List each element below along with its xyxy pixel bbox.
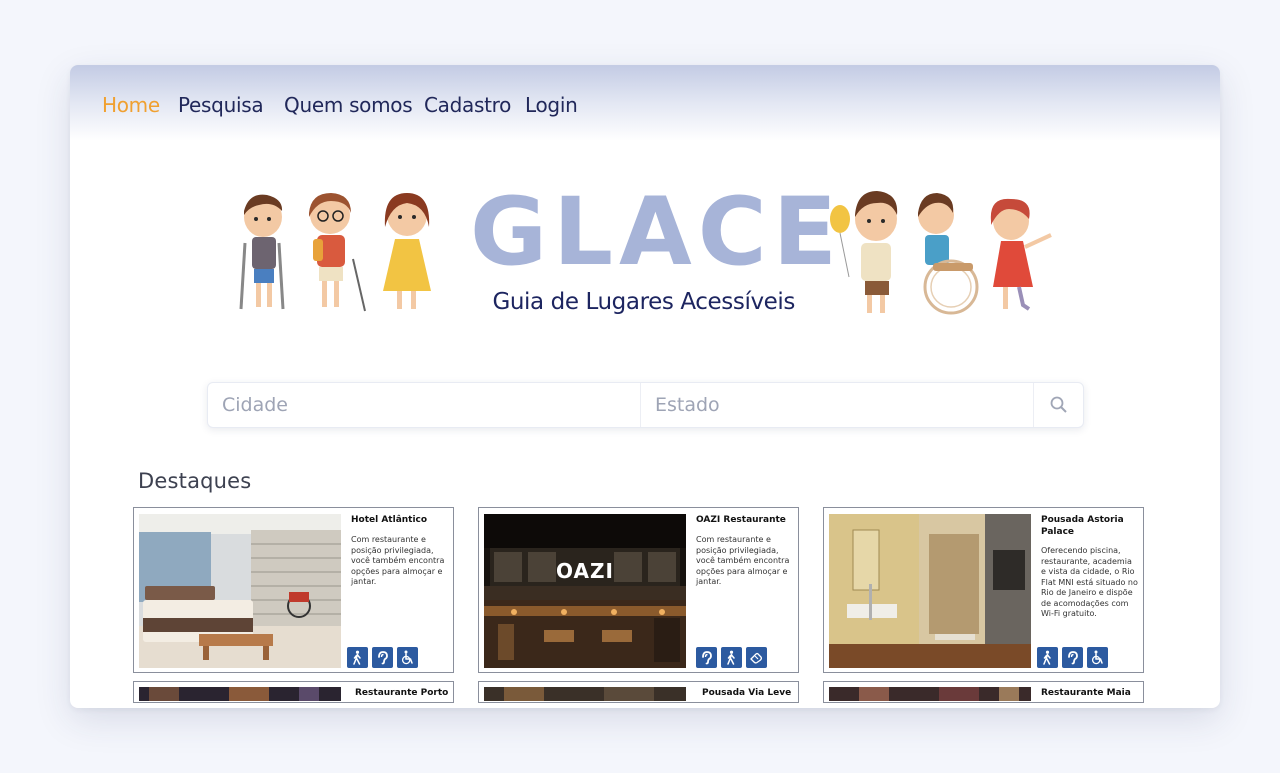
nav-pesquisa[interactable]: Pesquisa <box>178 93 264 117</box>
featured-card-restaurante-porto[interactable]: Restaurante Porto <box>133 681 454 703</box>
logo-text: GLACE <box>470 178 843 287</box>
card-title: Hotel Atlântico <box>351 515 428 525</box>
accessibility-icons <box>696 647 767 668</box>
card-photo <box>139 687 341 701</box>
wheelchair-icon <box>1087 647 1108 668</box>
featured-card-hotel-atlantico[interactable]: Hotel Atlântico Com restaurante e posiçã… <box>133 507 454 673</box>
card-photo <box>829 687 1031 701</box>
featured-card-oazi-restaurante[interactable]: OAZI OAZI Restaurante Com restaurante e … <box>478 507 799 673</box>
nav-home[interactable]: Home <box>102 93 160 117</box>
nav-login[interactable]: Login <box>525 93 578 117</box>
wheelchair-icon <box>397 647 418 668</box>
sign-language-icon <box>746 647 767 668</box>
hotel-room-photo <box>139 514 341 668</box>
state-input[interactable] <box>641 383 1034 427</box>
logo-tagline: Guia de Lugares Acessíveis <box>492 289 795 315</box>
accessible-bathroom-photo <box>829 514 1031 668</box>
card-photo <box>484 687 686 701</box>
card-title: Pousada Via Leve <box>702 688 792 698</box>
search-bar <box>207 382 1084 428</box>
accessibility-icons <box>347 647 418 668</box>
card-description: Oferecendo piscina, restaurante, academi… <box>1041 546 1138 618</box>
walking-person-icon <box>1037 647 1058 668</box>
featured-card-pousada-via-leve[interactable]: Pousada Via Leve <box>478 681 799 703</box>
children-illustration-left <box>239 193 431 312</box>
featured-heading: Destaques <box>138 469 252 493</box>
hero-banner: GLACE Guia de Lugares Acessíveis <box>235 181 1065 323</box>
card-title: OAZI Restaurante <box>696 515 786 525</box>
city-input[interactable] <box>208 383 641 427</box>
card-title: Pousada Astoria Palace <box>1041 515 1124 537</box>
nav-quem-somos[interactable]: Quem somos <box>284 93 413 117</box>
top-navigation: Home Pesquisa Quem somos Cadastro Login <box>70 65 1220 141</box>
card-title: Restaurante Porto <box>355 688 449 698</box>
featured-card-restaurante-maia[interactable]: Restaurante Maia <box>823 681 1144 703</box>
search-icon <box>1050 396 1067 413</box>
nav-cadastro[interactable]: Cadastro <box>424 93 511 117</box>
restaurant-facade-photo: OAZI <box>484 514 686 668</box>
walking-person-icon <box>721 647 742 668</box>
hearing-icon <box>1062 647 1083 668</box>
search-button[interactable] <box>1034 383 1083 427</box>
glace-logo: GLACE Guia de Lugares Acessíveis <box>470 181 837 322</box>
browser-window: Home Pesquisa Quem somos Cadastro Login <box>70 65 1220 708</box>
hearing-icon <box>372 647 393 668</box>
card-description: Com restaurante e posição privilegiada, … <box>351 535 445 586</box>
hearing-icon <box>696 647 717 668</box>
children-illustration-right <box>830 191 1052 315</box>
featured-card-pousada-astoria-palace[interactable]: Pousada Astoria Palace Oferecendo piscin… <box>823 507 1144 673</box>
walking-person-icon <box>347 647 368 668</box>
card-description: Com restaurante e posição privilegiada, … <box>696 535 790 586</box>
accessibility-icons <box>1037 647 1108 668</box>
oazi-sign: OAZI <box>556 559 614 583</box>
card-title: Restaurante Maia <box>1041 688 1131 698</box>
